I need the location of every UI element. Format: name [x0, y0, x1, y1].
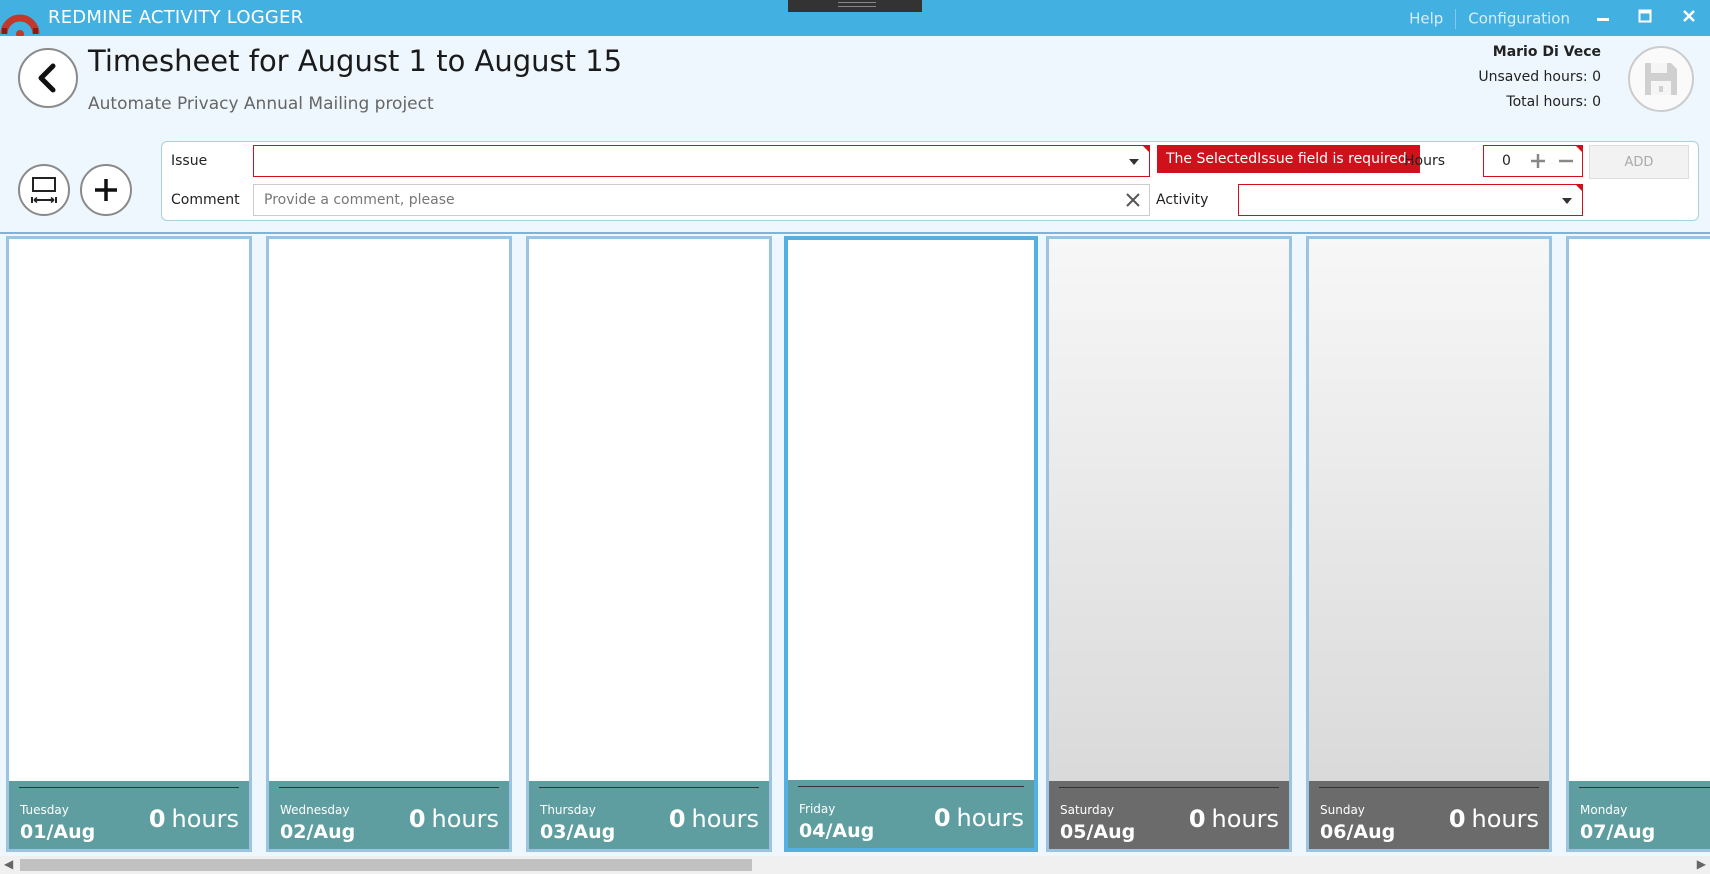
- day-column-selected[interactable]: Friday 04/Aug 0 hours: [784, 236, 1038, 852]
- scroll-left-icon[interactable]: ◀: [4, 857, 13, 871]
- chevron-down-icon: [1562, 198, 1572, 204]
- day-column-weekend[interactable]: Sunday 06/Aug 0 hours: [1306, 236, 1552, 852]
- day-name: Monday: [1580, 803, 1628, 817]
- day-column[interactable]: Thursday 03/Aug 0 hours: [526, 236, 772, 852]
- maximize-button[interactable]: [1632, 5, 1658, 31]
- maximize-icon: [1638, 9, 1652, 23]
- increment-hours-button[interactable]: [1529, 146, 1547, 185]
- validation-error-tooltip: The SelectedIssue field is required.: [1157, 145, 1421, 173]
- clear-comment-button[interactable]: [1123, 188, 1143, 217]
- title-bar: REDMINE ACTIVITY LOGGER Help Configuratio…: [0, 0, 1710, 36]
- plus-icon: [95, 179, 117, 201]
- day-date: 06/Aug: [1320, 821, 1396, 843]
- day-column[interactable]: Tuesday 01/Aug 0 hours: [6, 236, 252, 852]
- day-footer: Friday 04/Aug 0 hours: [788, 780, 1034, 848]
- day-name: Thursday: [540, 803, 596, 817]
- add-button[interactable]: ADD: [1589, 145, 1689, 179]
- hours-label: Hours: [1404, 153, 1446, 169]
- redmine-logo-icon: [0, 14, 40, 36]
- day-name: Sunday: [1320, 803, 1365, 817]
- day-hours: 0 hours: [148, 805, 239, 833]
- day-footer: Sunday 06/Aug 0 hours: [1309, 781, 1549, 849]
- configuration-link[interactable]: Configuration: [1468, 10, 1570, 28]
- day-footer: Thursday 03/Aug 0 hours: [529, 781, 769, 849]
- day-name: Saturday: [1060, 803, 1115, 817]
- total-hours: Total hours: 0: [1506, 94, 1601, 110]
- day-hours: 0 hours: [933, 804, 1024, 832]
- day-footer: Saturday 05/Aug 0 hours: [1049, 781, 1289, 849]
- day-name: Friday: [799, 802, 836, 816]
- minimize-icon: [1597, 18, 1609, 21]
- plus-icon: [1531, 154, 1545, 168]
- day-footer: Monday 07/Aug: [1569, 781, 1710, 849]
- comment-input[interactable]: Provide a comment, please: [253, 184, 1150, 216]
- day-column-weekend[interactable]: Saturday 05/Aug 0 hours: [1046, 236, 1292, 852]
- unsaved-hours: Unsaved hours: 0: [1478, 69, 1601, 85]
- day-date: 02/Aug: [280, 821, 356, 843]
- day-column[interactable]: Monday 07/Aug: [1566, 236, 1710, 852]
- day-footer: Wednesday 02/Aug 0 hours: [269, 781, 509, 849]
- error-marker: [1142, 145, 1150, 153]
- menu-separator: [1455, 9, 1457, 29]
- activity-label: Activity: [1156, 192, 1209, 208]
- day-column[interactable]: Wednesday 02/Aug 0 hours: [266, 236, 512, 852]
- day-date: 03/Aug: [540, 821, 616, 843]
- error-marker: [1575, 145, 1583, 153]
- day-hours: 0 hours: [668, 805, 759, 833]
- close-icon: [1126, 193, 1140, 207]
- minus-icon: [1559, 159, 1573, 163]
- close-window-button[interactable]: [1676, 5, 1702, 31]
- horizontal-scrollbar[interactable]: ◀ ▶: [0, 856, 1710, 874]
- scroll-right-icon[interactable]: ▶: [1697, 857, 1706, 871]
- day-footer: Tuesday 01/Aug 0 hours: [9, 781, 249, 849]
- save-button[interactable]: [1628, 46, 1694, 112]
- minimize-button[interactable]: [1590, 5, 1616, 31]
- day-name: Tuesday: [20, 803, 69, 817]
- day-hours: 0 hours: [1188, 805, 1279, 833]
- hours-value: 0: [1502, 153, 1511, 169]
- fit-width-icon: [31, 177, 57, 204]
- day-hours: 0 hours: [1448, 805, 1539, 833]
- fit-width-button[interactable]: [18, 164, 70, 216]
- comment-label: Comment: [171, 192, 240, 208]
- day-date: 01/Aug: [20, 821, 96, 843]
- close-icon: [1683, 10, 1695, 22]
- hours-stepper[interactable]: 0: [1483, 145, 1583, 177]
- day-hours: 0 hours: [408, 805, 499, 833]
- add-entry-button[interactable]: [80, 164, 132, 216]
- user-name: Mario Di Vece: [1492, 44, 1601, 60]
- page-title: Timesheet for August 1 to August 15: [88, 44, 623, 78]
- days-panel: Tuesday 01/Aug 0 hours Wednesday 02/Aug 0…: [0, 232, 1710, 856]
- day-date: 07/Aug: [1580, 821, 1656, 843]
- activity-dropdown[interactable]: [1238, 184, 1583, 216]
- back-arrow-icon: [38, 63, 56, 93]
- top-menu: Help Configuration: [1409, 9, 1570, 29]
- project-name: Automate Privacy Annual Mailing project: [88, 94, 434, 114]
- window-drag-handle[interactable]: [788, 0, 922, 12]
- back-button[interactable]: [18, 48, 78, 108]
- floppy-disk-icon: [1645, 63, 1677, 95]
- help-link[interactable]: Help: [1409, 10, 1443, 28]
- app-title: REDMINE ACTIVITY LOGGER: [48, 7, 304, 28]
- day-date: 05/Aug: [1060, 821, 1136, 843]
- issue-label: Issue: [171, 153, 208, 169]
- decrement-hours-button[interactable]: [1557, 146, 1575, 185]
- chevron-down-icon: [1129, 159, 1139, 165]
- scrollbar-thumb[interactable]: [20, 859, 752, 871]
- comment-placeholder: Provide a comment, please: [264, 192, 455, 208]
- issue-dropdown[interactable]: [253, 145, 1150, 177]
- day-name: Wednesday: [280, 803, 350, 817]
- error-marker: [1575, 184, 1583, 192]
- day-date: 04/Aug: [799, 820, 875, 842]
